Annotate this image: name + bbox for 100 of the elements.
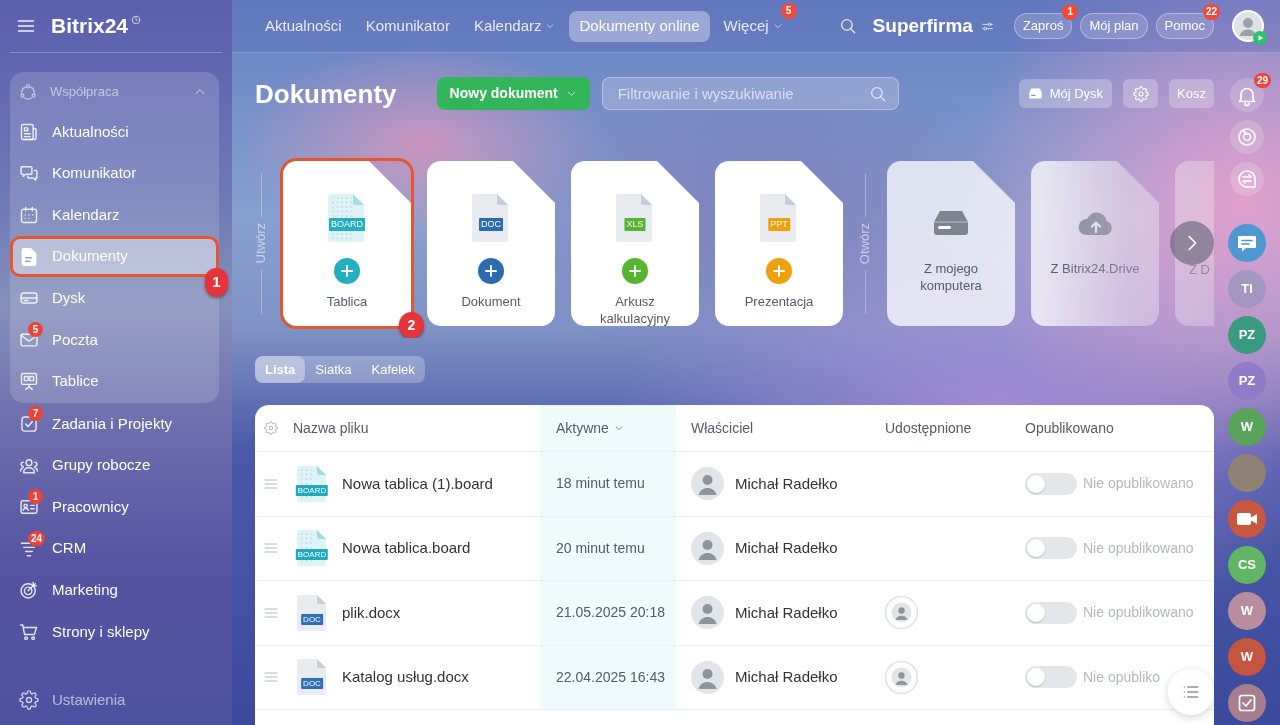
- avatar-photo[interactable]: [1228, 454, 1266, 492]
- view-tab[interactable]: Siatka: [305, 356, 362, 383]
- publish-toggle[interactable]: [1025, 666, 1077, 689]
- section-label: Utwórz: [252, 223, 269, 264]
- file-type-label: BOARD: [295, 484, 329, 496]
- settings-link[interactable]: Ustawienia: [10, 679, 136, 721]
- person-avatar[interactable]: [691, 531, 724, 565]
- owner-name[interactable]: Michał Radełko: [735, 537, 838, 560]
- contact-avatar[interactable]: PZ: [1228, 362, 1266, 400]
- sidebar-item[interactable]: Grupy robocze: [10, 444, 161, 487]
- publish-toggle[interactable]: [1025, 537, 1077, 560]
- column-header[interactable]: Aktywne: [540, 405, 676, 451]
- table-cell: 18 minut temu: [540, 452, 676, 516]
- new-document-button[interactable]: Nowy dokument: [436, 77, 590, 110]
- publish-toggle[interactable]: [1025, 472, 1077, 495]
- file-type-label: BOARD: [329, 218, 365, 231]
- column-header[interactable]: Opublikowano: [1010, 405, 1214, 451]
- sidebar-item[interactable]: Tablice: [10, 360, 109, 403]
- chat-arrows-icon[interactable]: [1230, 162, 1264, 196]
- nav-tab[interactable]: Dokumenty online: [569, 10, 710, 42]
- sidebar-item[interactable]: Marketing: [10, 569, 128, 612]
- file-name[interactable]: Katalog usług.docx: [342, 666, 469, 689]
- person-avatar[interactable]: [691, 596, 724, 630]
- page-title: Dokumenty: [255, 80, 397, 107]
- person-avatar[interactable]: [691, 660, 724, 694]
- view-tab[interactable]: Kafelek: [361, 356, 425, 383]
- play-badge-icon: [1253, 31, 1267, 45]
- nav-tab[interactable]: Komunikator: [355, 10, 460, 42]
- open-card[interactable]: Z Bitrix24.Drive: [1031, 161, 1159, 326]
- contact-avatar[interactable]: TI: [1228, 270, 1266, 308]
- table-cell: 22.04.2025 16:43: [540, 645, 676, 709]
- contact-avatar[interactable]: CS: [1228, 546, 1266, 584]
- publish-toggle[interactable]: [1025, 601, 1077, 624]
- column-header[interactable]: Udostępnione: [870, 405, 1010, 451]
- trash-button[interactable]: Kosz: [1169, 79, 1214, 108]
- count-badge: 5: [780, 2, 797, 19]
- file-name[interactable]: Nowa tablica (1).board: [342, 472, 493, 495]
- sidebar-item[interactable]: Strony i sklepy: [10, 611, 160, 653]
- sidebar-item[interactable]: 5 Poczta: [10, 318, 108, 361]
- sidebar-item[interactable]: Komunikator: [10, 152, 147, 195]
- logo-text[interactable]: Bitrix24: [51, 10, 129, 42]
- settings-button[interactable]: [1123, 79, 1159, 108]
- callout-badge: 2: [399, 312, 424, 338]
- company-name[interactable]: Superfirma: [872, 11, 973, 41]
- person-avatar[interactable]: [691, 467, 724, 501]
- publish-status: Nie opublikowano: [1083, 538, 1194, 558]
- file-type-label: PPT: [768, 218, 790, 231]
- open-card[interactable]: Z mojego komputera: [887, 161, 1015, 326]
- count-badge: 24: [28, 530, 46, 546]
- file-name[interactable]: plik.docx: [342, 601, 401, 624]
- hard-drive-icon: [933, 209, 969, 236]
- contact-avatar[interactable]: W: [1228, 638, 1266, 676]
- sidebar-item[interactable]: 24 CRM: [10, 527, 97, 570]
- contact-avatar[interactable]: PZ: [1228, 316, 1266, 354]
- sidebar-item[interactable]: 7 Zadania i Projekty: [10, 403, 183, 445]
- sliders-icon[interactable]: [980, 19, 994, 33]
- publish-status: Nie opublikowano: [1083, 603, 1194, 623]
- file-name[interactable]: Nowa tablica.board: [342, 537, 471, 560]
- sidebar-item[interactable]: 1 Pracownicy: [10, 486, 139, 528]
- chat-bubble-icon[interactable]: [1228, 224, 1266, 262]
- contact-avatar[interactable]: W: [1228, 592, 1266, 630]
- column-header[interactable]: Nazwa pliku: [255, 405, 540, 451]
- checkbox-icon[interactable]: [1228, 684, 1266, 722]
- table-cell: 20 minut temu: [540, 516, 676, 580]
- contact-avatar[interactable]: W: [1228, 408, 1266, 446]
- sidebar-item[interactable]: Aktualności: [10, 111, 139, 153]
- video-camera-icon[interactable]: [1228, 500, 1266, 538]
- count-badge: 7: [28, 405, 43, 421]
- connected-circles-icon: [19, 82, 37, 101]
- owner-name[interactable]: Michał Radełko: [735, 472, 838, 495]
- target-rings-icon[interactable]: [1230, 120, 1264, 154]
- publish-status: Nie opubliko: [1083, 667, 1161, 687]
- count-badge: 22: [1202, 4, 1220, 20]
- nav-tab[interactable]: Aktualności: [255, 10, 352, 42]
- sidebar-item[interactable]: Dysk: [10, 277, 96, 319]
- count-badge: 5: [28, 321, 43, 337]
- group-header[interactable]: Współpraca: [10, 72, 219, 111]
- owner-name[interactable]: Michał Radełko: [735, 601, 838, 624]
- file-type-label: DOC: [301, 678, 323, 690]
- create-card[interactable]: XLS Arkusz kalkulacyjny: [571, 161, 699, 326]
- next-arrow-button[interactable]: [1170, 221, 1214, 265]
- cart-icon: [19, 621, 39, 642]
- my-drive-button[interactable]: Mój Dysk: [1018, 79, 1113, 108]
- search-icon[interactable]: [838, 17, 857, 35]
- chevron-down-icon: [613, 423, 624, 433]
- settings-icon[interactable]: [264, 421, 278, 435]
- document-icon: [19, 246, 39, 267]
- header-button[interactable]: Mój plan: [1080, 13, 1148, 39]
- column-header[interactable]: Właściciel: [676, 405, 870, 451]
- create-card[interactable]: DOC Dokument: [427, 161, 555, 326]
- shared-user-avatar[interactable]: [885, 660, 918, 694]
- create-card[interactable]: PPT Prezentacja: [715, 161, 843, 326]
- count-badge: 29: [1253, 73, 1271, 88]
- sidebar-item[interactable]: Kalendarz: [10, 194, 130, 236]
- presentation-board-icon: [19, 371, 39, 392]
- cloud-upload-icon: [1077, 209, 1113, 236]
- shared-user-avatar[interactable]: [885, 596, 918, 630]
- search-icon[interactable]: [868, 84, 887, 103]
- nav-tab[interactable]: Kalendarz: [463, 10, 566, 42]
- owner-name[interactable]: Michał Radełko: [735, 666, 838, 689]
